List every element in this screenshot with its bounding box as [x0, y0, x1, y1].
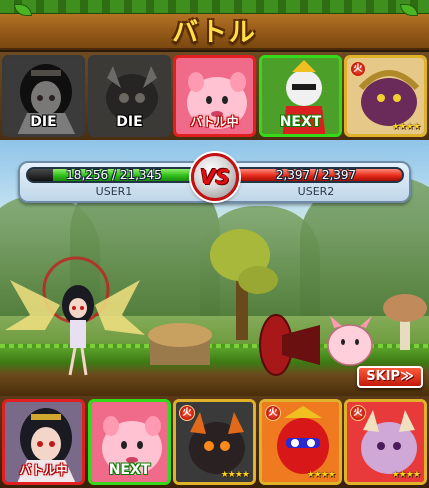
card-status: NEXT [279, 114, 322, 130]
star-rating: ★★★★ [391, 470, 421, 480]
enemy-card-row: DIE DIE バトル中 NEXT 火 ★★★★ [0, 52, 429, 140]
star-rating: ★★★★ [220, 470, 250, 480]
mushroom-cap [383, 294, 427, 322]
right-wing [95, 280, 145, 335]
user2-hp-text: 2,397 / 2,397 [275, 168, 357, 182]
card-status: バトル中 [19, 463, 68, 477]
star-rating: ★★★★ [306, 470, 336, 480]
card-status: DIE [30, 114, 57, 130]
pink-blob-monster [327, 324, 373, 366]
player-card-2[interactable]: NEXT [88, 399, 171, 485]
enemy-card-3[interactable]: バトル中 [173, 55, 256, 137]
player-card-5[interactable]: 火 ★★★★ [344, 399, 427, 485]
user2-name: USER2 [297, 185, 335, 198]
player-card-row: バトル中 NEXT 火 ★★★★ 火 ★★★★ 火 ★★★★ [0, 396, 429, 488]
character-body [70, 320, 86, 348]
left-wing [5, 280, 60, 330]
player-card-3[interactable]: 火 ★★★★ [173, 399, 256, 485]
star-rating: ★★★★ [391, 122, 421, 132]
user2-hp-bar: 2,397 / 2,397 [228, 167, 404, 183]
user1-hp-text: 18,256 / 21,345 [66, 168, 162, 182]
page-title: バトル [172, 18, 257, 48]
card-status: DIE [116, 114, 143, 130]
tree-canopy [238, 266, 278, 294]
user1-hp-bar: 18,256 / 21,345 [26, 167, 202, 183]
player-card-4[interactable]: 火 ★★★★ [259, 399, 342, 485]
element-badge-icon: 火 [265, 405, 281, 421]
enemy-card-5[interactable]: 火 ★★★★ [344, 55, 427, 137]
enemy-card-4[interactable]: NEXT [259, 55, 342, 137]
enemy-card-2[interactable]: DIE [88, 55, 171, 137]
element-badge-icon: 火 [350, 61, 366, 77]
battle-header: バトル [0, 0, 429, 50]
skip-button[interactable]: SKIP≫ [357, 366, 423, 388]
card-status: バトル中 [190, 115, 239, 129]
user1-name: USER1 [95, 185, 133, 198]
element-badge-icon: 火 [179, 405, 195, 421]
card-status: NEXT [108, 462, 151, 478]
element-badge-icon: 火 [350, 405, 366, 421]
character-face [69, 298, 87, 318]
enemy-card-1[interactable]: DIE [2, 55, 85, 137]
stump-roof [148, 323, 212, 347]
vs-emblem: VS [191, 153, 239, 201]
player-card-1[interactable]: バトル中 [2, 399, 85, 485]
